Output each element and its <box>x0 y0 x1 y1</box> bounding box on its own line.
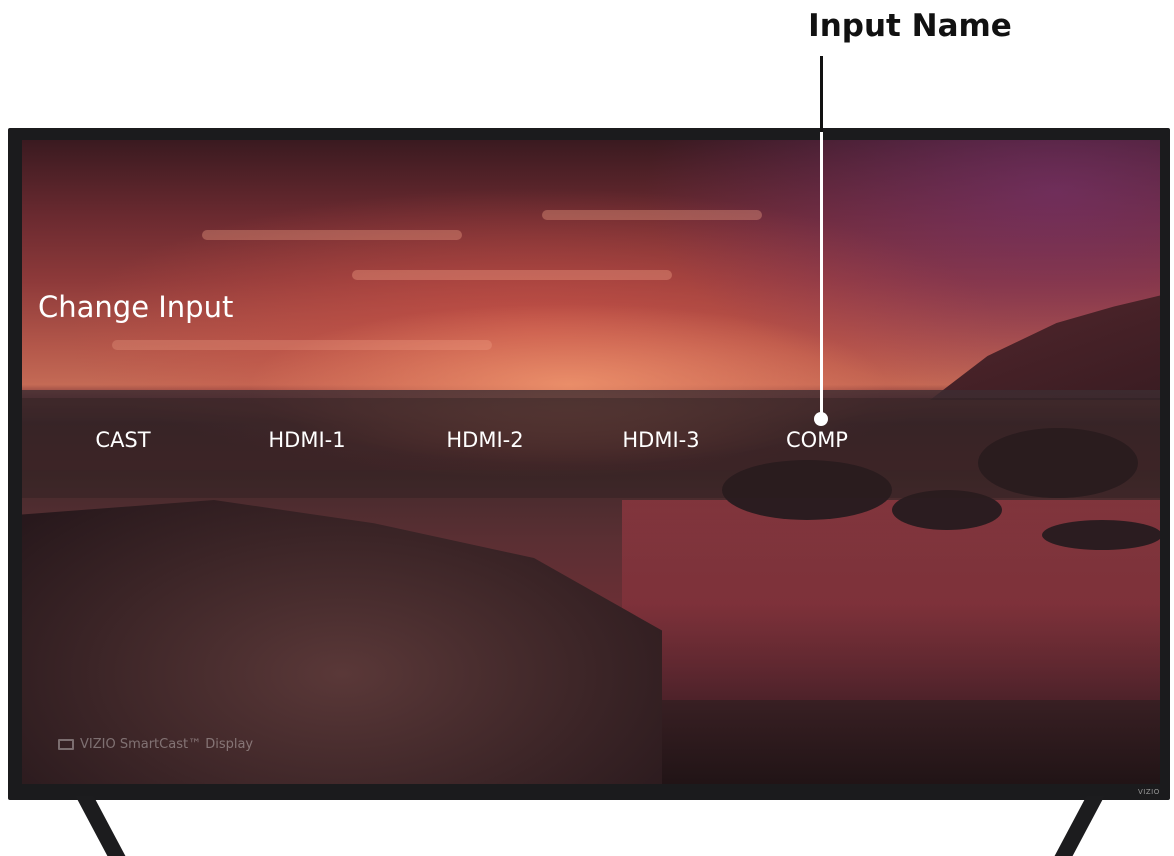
callout-pointer-line <box>820 132 823 418</box>
cloud-streak <box>352 270 672 280</box>
input-option-hdmi-2[interactable]: HDMI-2 <box>420 428 550 452</box>
callout-label: Input Name <box>808 8 1012 44</box>
input-option-hdmi-1[interactable]: HDMI-1 <box>242 428 372 452</box>
smartcast-watermark: VIZIO SmartCast™ Display <box>58 737 253 752</box>
callout-line <box>820 56 823 132</box>
watermark-text: VIZIO SmartCast™ Display <box>80 737 254 752</box>
rock <box>1042 520 1160 550</box>
input-option-cast[interactable]: CAST <box>58 428 188 452</box>
cloud-streak <box>202 230 462 240</box>
callout-dot <box>814 412 828 426</box>
input-option-comp[interactable]: COMP <box>752 428 882 452</box>
input-menu-band <box>22 398 1160 498</box>
menu-title: Change Input <box>38 290 234 324</box>
cast-icon <box>58 739 74 750</box>
cloud-streak <box>542 210 762 220</box>
input-option-hdmi-3[interactable]: HDMI-3 <box>596 428 726 452</box>
cloud-streak <box>112 340 492 350</box>
page: Input Name Change Input CAST HDMI-1 HDMI… <box>0 0 1174 856</box>
tv-leg-right <box>1053 796 1105 856</box>
tv-brand-logo: VIZIO <box>1138 788 1160 796</box>
tv-leg-left <box>75 796 127 856</box>
tv-screen: Change Input CAST HDMI-1 HDMI-2 HDMI-3 C… <box>22 140 1160 784</box>
